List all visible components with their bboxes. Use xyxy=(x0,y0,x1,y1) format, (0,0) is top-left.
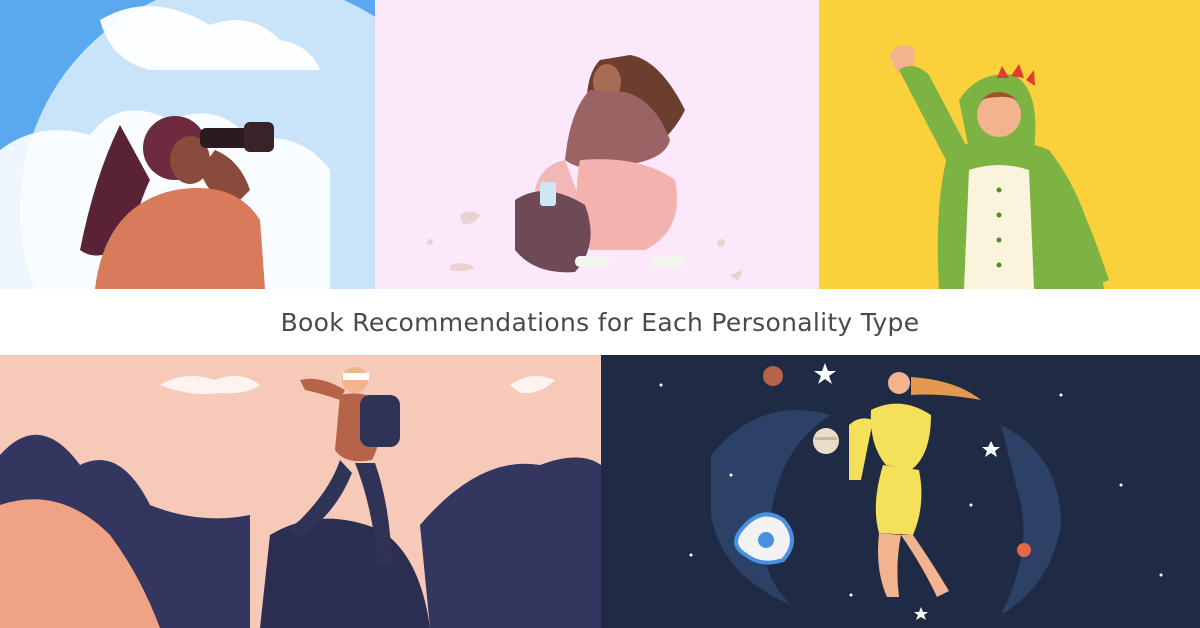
illustration-binoculars-woman xyxy=(0,0,375,289)
illustration-dinosaur-costume-boy xyxy=(819,0,1200,289)
illustration-litter-picking-woman xyxy=(375,0,819,289)
title-band: Book Recommendations for Each Personalit… xyxy=(0,289,1200,355)
binoculars-woman-illustration xyxy=(0,0,375,289)
illustration-space-woman xyxy=(601,355,1200,628)
banner-image: Book Recommendations for Each Personalit… xyxy=(0,0,1200,628)
space-woman-illustration xyxy=(601,355,1200,628)
illustration-hiker xyxy=(0,355,601,628)
hiker-illustration xyxy=(0,355,601,628)
dinosaur-boy-illustration xyxy=(819,0,1200,289)
page-title: Book Recommendations for Each Personalit… xyxy=(280,307,920,337)
litter-woman-illustration xyxy=(375,0,819,289)
